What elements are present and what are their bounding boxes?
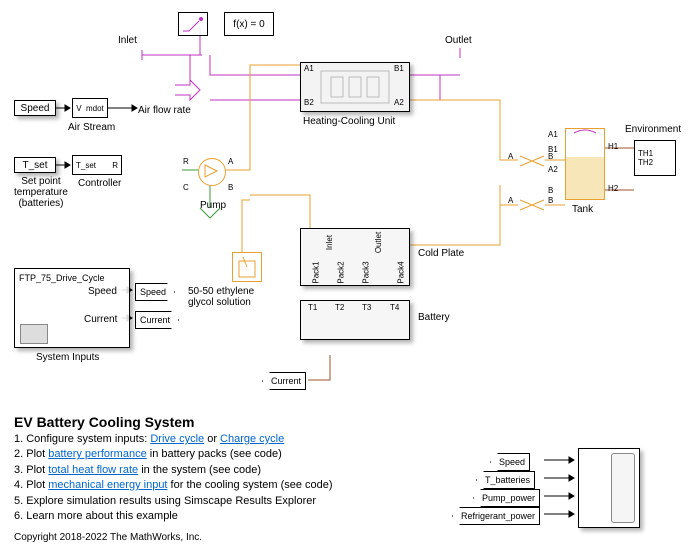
solver-block[interactable]: f(x) = 0 bbox=[224, 12, 274, 36]
current-from-tag[interactable]: Current bbox=[262, 372, 306, 390]
scope-icon bbox=[20, 324, 48, 344]
battery-caption: Battery bbox=[418, 312, 450, 323]
link-drive-cycle[interactable]: Drive cycle bbox=[150, 433, 204, 445]
scope-sig-speed[interactable]: Speed bbox=[490, 453, 530, 471]
airstream-block[interactable]: V mdot bbox=[72, 98, 108, 118]
valve-bottom[interactable] bbox=[518, 198, 546, 212]
controller-caption: Controller bbox=[78, 178, 121, 189]
airflow-label: Air flow rate bbox=[138, 105, 191, 116]
outlet-label: Outlet bbox=[445, 35, 472, 46]
link-mech-energy[interactable]: mechanical energy input bbox=[48, 479, 167, 491]
model-steps: 1. Configure system inputs: Drive cycle … bbox=[14, 432, 333, 524]
solver-label: f(x) = 0 bbox=[233, 19, 264, 30]
link-heat-flow[interactable]: total heat flow rate bbox=[48, 464, 138, 476]
scope-sig-tbatt[interactable]: T_batteries bbox=[476, 471, 535, 489]
tank-caption: Tank bbox=[572, 204, 593, 215]
model-title: EV Battery Cooling System bbox=[14, 414, 195, 430]
link-battery-perf[interactable]: battery performance bbox=[48, 448, 146, 460]
glycol-caption: 50-50 ethylene glycol solution bbox=[188, 286, 254, 308]
environment-block[interactable]: TH1 TH2 bbox=[634, 140, 676, 176]
valve-top[interactable] bbox=[518, 154, 546, 168]
airstream-caption: Air Stream bbox=[68, 122, 115, 133]
scope-sig-refrig[interactable]: Refrigerant_power bbox=[452, 507, 540, 525]
link-charge-cycle[interactable]: Charge cycle bbox=[220, 433, 284, 445]
tank-block[interactable] bbox=[565, 128, 605, 200]
tset-source[interactable]: T_set bbox=[14, 157, 56, 173]
scope-sig-pump[interactable]: Pump_power bbox=[473, 489, 540, 507]
pump-block[interactable] bbox=[198, 158, 226, 186]
speed-source[interactable]: Speed bbox=[14, 100, 56, 116]
glycol-block[interactable] bbox=[232, 252, 262, 282]
pump-caption: Pump bbox=[200, 200, 226, 211]
current-goto-tag[interactable]: Current bbox=[135, 311, 179, 329]
copyright: Copyright 2018-2022 The MathWorks, Inc. bbox=[14, 532, 202, 543]
inlet-label: Inlet bbox=[118, 35, 137, 46]
coldplate-caption: Cold Plate bbox=[418, 248, 464, 259]
switch-block[interactable] bbox=[178, 12, 208, 36]
tset-caption: Set point temperature (batteries) bbox=[14, 176, 68, 209]
scope-block[interactable] bbox=[578, 448, 640, 528]
hcu-caption: Heating-Cooling Unit bbox=[303, 116, 395, 127]
sysinputs-caption: System Inputs bbox=[36, 352, 99, 363]
speed-goto-tag[interactable]: Speed bbox=[135, 283, 175, 301]
env-caption: Environment bbox=[625, 124, 681, 135]
controller-block[interactable]: T_setR bbox=[72, 155, 122, 175]
